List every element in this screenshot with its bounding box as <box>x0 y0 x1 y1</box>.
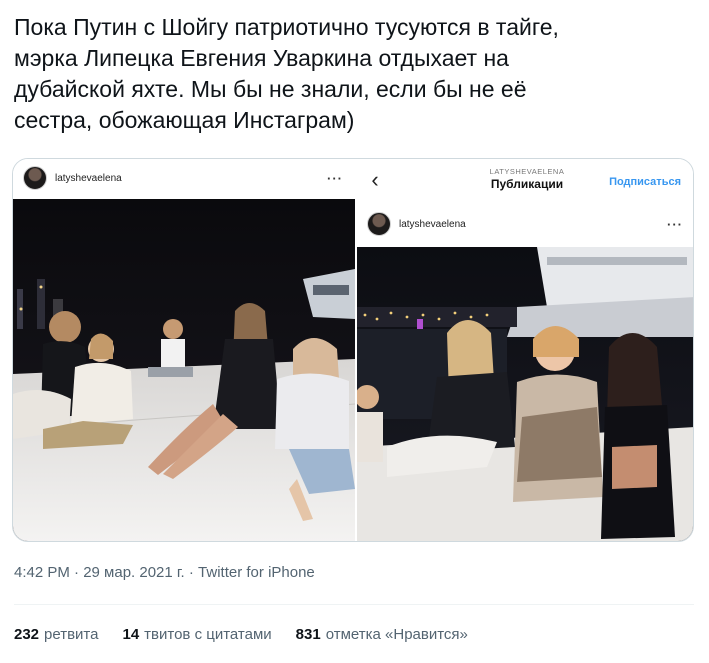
yacht-group-selfie-photo <box>357 247 693 541</box>
left-post-header: latyshevaelena ··· <box>13 159 355 197</box>
retweets-label: ретвита <box>44 626 99 643</box>
back-chevron-icon[interactable]: ‹ <box>361 167 389 193</box>
topbar-section-title: Публикации <box>490 177 564 191</box>
right-instagram-post[interactable]: ‹ LATYSHEVAELENA Публикации Подписаться … <box>357 159 693 541</box>
left-post-username[interactable]: latyshevaelena <box>55 173 122 184</box>
retweets-count: 232 <box>14 626 40 643</box>
right-post-username[interactable]: latyshevaelena <box>399 219 466 230</box>
left-instagram-post[interactable]: latyshevaelena ··· <box>13 159 355 541</box>
more-options-icon[interactable]: ··· <box>327 171 343 186</box>
topbar-title: LATYSHEVAELENA Публикации <box>457 167 597 191</box>
tweet-media[interactable]: latyshevaelena ··· ‹ LATYSHEVAELENA Публ… <box>12 158 694 542</box>
more-options-icon[interactable]: ··· <box>667 217 683 232</box>
quotes-count: 14 <box>122 626 140 643</box>
divider <box>14 604 694 605</box>
quote-tweets-stat[interactable]: 14 твитов с цитатами <box>122 626 271 643</box>
likes-label: отметка «Нравится» <box>325 626 468 643</box>
tweet-text: Пока Путин с Шойгу патриотично тусуются … <box>14 14 559 133</box>
yacht-deck-night-photo <box>13 199 355 541</box>
quotes-label: твитов с цитатами <box>144 626 272 643</box>
right-post-header: latyshevaelena ··· <box>357 207 693 241</box>
retweets-stat[interactable]: 232 ретвита <box>14 626 98 643</box>
avatar[interactable] <box>23 166 47 190</box>
instagram-topbar: ‹ LATYSHEVAELENA Публикации Подписаться <box>357 159 693 201</box>
left-yacht-photo[interactable] <box>13 199 355 541</box>
tweet-stats: 232 ретвита 14 твитов с цитатами 831 отметк… <box>14 626 468 643</box>
topbar-account-name: LATYSHEVAELENA <box>489 167 565 176</box>
likes-count: 831 <box>295 626 321 643</box>
avatar[interactable] <box>367 212 391 236</box>
tweet-timestamp[interactable]: 4:42 PM · 29 мар. 2021 г. · Twitter for … <box>14 564 315 581</box>
likes-stat[interactable]: 831 отметка «Нравится» <box>296 626 468 643</box>
follow-button[interactable]: Подписаться <box>609 176 681 188</box>
right-yacht-photo[interactable] <box>357 247 693 541</box>
